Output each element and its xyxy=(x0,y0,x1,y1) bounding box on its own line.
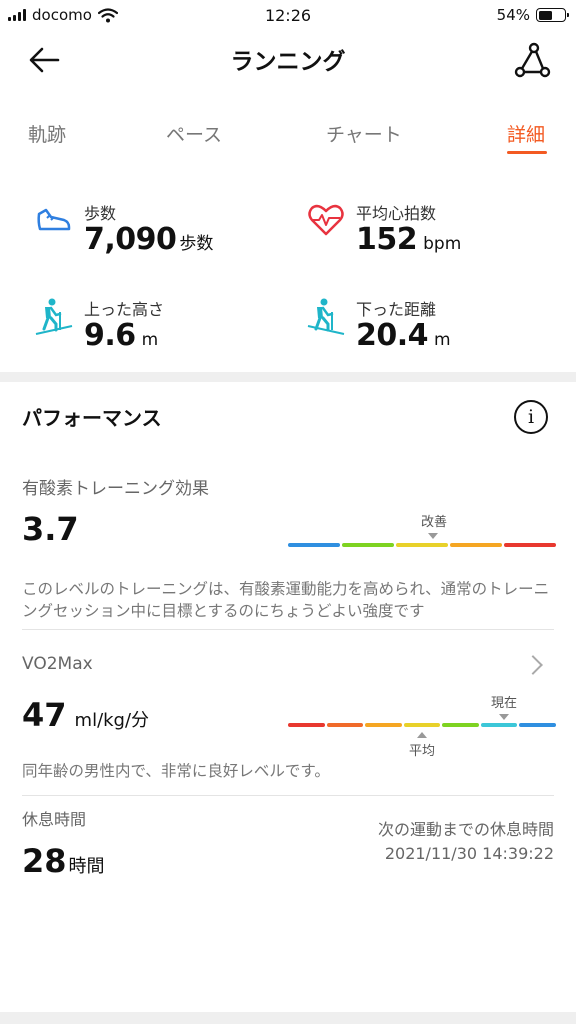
battery-percent: 54% xyxy=(496,6,530,24)
status-time: 12:26 xyxy=(264,6,312,25)
scale-segment xyxy=(519,723,557,727)
steps-value-row: 7,090 歩数 xyxy=(84,222,213,257)
aerobic-effect-value-row: 3.7 xyxy=(22,510,79,548)
aerobic-effect-scale xyxy=(288,543,556,547)
ascent-unit: m xyxy=(141,330,159,350)
tab-chart[interactable]: チャート xyxy=(326,120,402,147)
descent-value-row: 20.4 m xyxy=(356,318,451,353)
active-tab-indicator xyxy=(507,151,547,154)
steps-unit: 歩数 xyxy=(179,234,214,254)
aerobic-effect-label: 有酸素トレーニング効果 xyxy=(22,479,209,499)
bottom-divider xyxy=(0,1012,576,1024)
aerobic-effect-description: このレベルのトレーニングは、有酸素運動能力を高められ、通常のトレーニングセッショ… xyxy=(22,580,550,620)
ascent-value-row: 9.6 m xyxy=(84,318,158,353)
rest-time-value: 28 xyxy=(22,842,67,880)
info-icon[interactable]: i xyxy=(514,400,548,434)
row-divider xyxy=(22,629,554,630)
tab-details[interactable]: 詳細 xyxy=(507,120,545,147)
vo2max-current-label: 現在 xyxy=(490,696,517,711)
scale-segment xyxy=(342,543,394,547)
vo2max-average-marker xyxy=(417,732,427,738)
vo2max-label[interactable]: VO2Max xyxy=(22,654,93,674)
running-shoe-icon xyxy=(37,208,71,231)
rest-time-unit: 時間 xyxy=(68,856,105,877)
aerobic-marker-label: 改善 xyxy=(420,515,447,530)
vo2max-description: 同年齢の男性内で、非常に良好レベルです。 xyxy=(22,762,330,780)
vo2max-current-marker xyxy=(499,714,509,720)
scale-segment xyxy=(480,723,518,727)
section-divider xyxy=(0,372,576,382)
heart-rate-label: 平均心拍数 xyxy=(356,204,437,223)
route-share-icon[interactable] xyxy=(512,40,552,80)
battery-status: 54% xyxy=(496,6,569,24)
row-divider xyxy=(22,795,554,796)
scale-segment xyxy=(365,723,402,727)
next-exercise-label: 次の運動までの休息時間 xyxy=(377,820,554,839)
aerobic-marker xyxy=(428,533,438,539)
vo2max-scale xyxy=(288,723,557,727)
vo2max-value-row: 47 ml/kg/分 xyxy=(22,696,149,734)
rest-time-value-row: 28 時間 xyxy=(22,842,105,880)
page-title: ランニング xyxy=(230,49,346,75)
ascent-label: 上った高さ xyxy=(84,300,165,319)
heart-rate-icon xyxy=(308,204,344,236)
scale-segment xyxy=(326,723,364,727)
status-bar: docomo 12:26 54% xyxy=(0,0,576,30)
scale-segment xyxy=(288,543,340,547)
tab-track[interactable]: 軌跡 xyxy=(28,120,66,147)
heart-rate-unit: bpm xyxy=(423,234,462,254)
ascent-value: 9.6 xyxy=(84,318,136,353)
descent-value: 20.4 xyxy=(356,318,429,353)
vo2max-average-label: 平均 xyxy=(408,744,435,759)
descent-unit: m xyxy=(434,330,451,350)
heart-rate-value: 152 xyxy=(356,222,418,257)
hiker-downhill-icon xyxy=(307,298,345,335)
chevron-right-icon[interactable] xyxy=(523,655,543,675)
vo2max-unit: ml/kg/分 xyxy=(74,710,150,731)
scale-segment xyxy=(504,543,556,547)
rest-time-label: 休息時間 xyxy=(22,810,87,829)
scale-segment xyxy=(442,723,479,727)
scale-segment xyxy=(450,543,502,547)
steps-label: 歩数 xyxy=(84,204,117,223)
aerobic-effect-value: 3.7 xyxy=(22,510,79,548)
scale-segment xyxy=(396,543,448,547)
descent-label: 下った距離 xyxy=(356,300,437,319)
app-header: ランニング xyxy=(0,30,576,90)
performance-title: パフォーマンス xyxy=(22,406,162,430)
tab-pace[interactable]: ペース xyxy=(166,120,222,147)
hiker-uphill-icon xyxy=(35,298,73,335)
scale-segment xyxy=(403,723,441,727)
next-exercise-time: 2021/11/30 14:39:22 xyxy=(384,844,554,863)
battery-icon xyxy=(536,8,569,22)
vo2max-value: 47 xyxy=(22,696,67,734)
scale-segment xyxy=(288,723,325,727)
heart-rate-value-row: 152 bpm xyxy=(356,222,461,257)
steps-value: 7,090 xyxy=(84,222,177,257)
tab-bar: 軌跡 ペース チャート 詳細 xyxy=(0,108,576,158)
